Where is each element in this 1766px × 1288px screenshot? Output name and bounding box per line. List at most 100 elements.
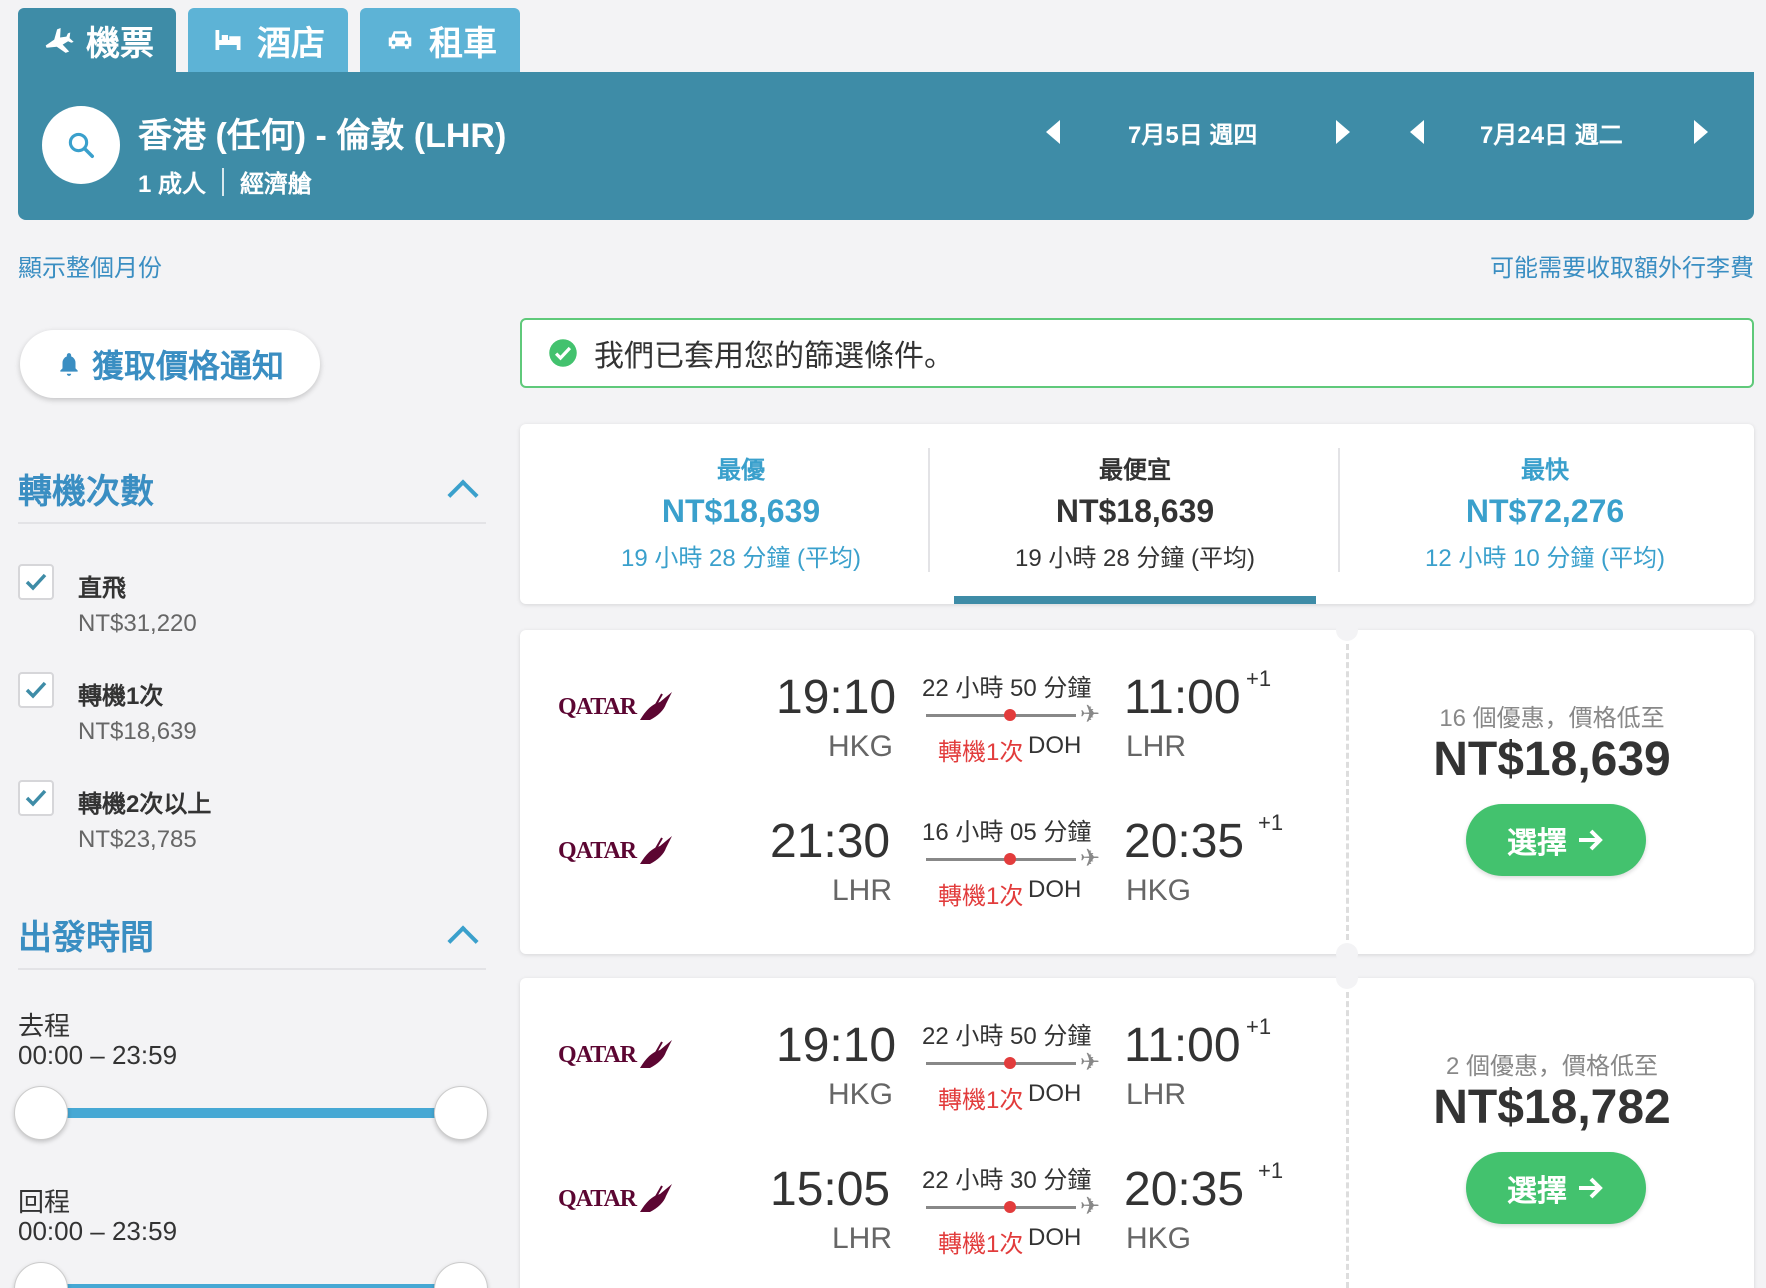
- stop-option-label[interactable]: 轉機2次以上: [78, 784, 211, 819]
- tab-cars[interactable]: 租車: [360, 8, 520, 72]
- tab-label: 酒店: [257, 24, 325, 63]
- return-date[interactable]: 7月24日 週二: [1480, 112, 1623, 152]
- return-slider-max-handle[interactable]: [434, 1262, 488, 1288]
- deals-count: 2 個優惠，價格低至: [1445, 1053, 1658, 1080]
- airline-name: QATAR: [558, 1185, 637, 1212]
- return-slider-min-handle[interactable]: [14, 1262, 68, 1288]
- prev-depart-date-icon[interactable]: [1046, 120, 1060, 144]
- layover-airport: DOH: [1028, 876, 1082, 903]
- filter-applied-notice: 我們已套用您的篩選條件。: [520, 318, 1754, 388]
- search-summary-bar: 香港 (任何) - 倫敦 (LHR) 1 成人 經濟艙 7月5日 週四 7月24…: [18, 72, 1754, 220]
- departure-airport: LHR: [832, 1222, 893, 1255]
- sort-duration: 12 小時 10 分鐘 (平均): [1424, 545, 1666, 572]
- sort-title: 最便宜: [1099, 457, 1171, 484]
- return-slider-track[interactable]: [40, 1284, 460, 1288]
- check-icon: [25, 573, 47, 591]
- tab-label: 租車: [429, 24, 497, 63]
- departure-time-filter-title[interactable]: 出發時間: [18, 910, 154, 959]
- chevron-up-icon[interactable]: [447, 479, 479, 511]
- sort-price: NT$18,639: [1055, 493, 1215, 529]
- chevron-up-icon[interactable]: [447, 925, 479, 957]
- deals-count: 16 個優惠，價格低至: [1439, 705, 1665, 732]
- sort-price: NT$18,639: [661, 493, 821, 529]
- arrival-time: 20:35: [1124, 1163, 1245, 1216]
- layover-airport: DOH: [1028, 1224, 1082, 1251]
- select-button[interactable]: 選擇: [1466, 1152, 1646, 1224]
- day-offset: +1: [1258, 1158, 1284, 1183]
- next-depart-date-icon: [1336, 120, 1350, 144]
- depart-date[interactable]: 7月5日 週四: [1128, 112, 1257, 152]
- day-offset: +1: [1246, 666, 1272, 691]
- airline-logo: QATAR: [558, 690, 676, 724]
- outbound-slider-track[interactable]: [40, 1108, 460, 1118]
- next-return-date[interactable]: [1694, 112, 1708, 152]
- outbound-slider-min-handle[interactable]: [14, 1086, 68, 1140]
- divider: [18, 968, 486, 970]
- select-label: 選擇: [1507, 1175, 1567, 1208]
- departure-time: 19:10: [776, 1019, 897, 1072]
- stop-option-price: NT$23,785: [78, 826, 197, 853]
- card-notch: [1336, 943, 1358, 965]
- result-price: NT$18,639: [1433, 733, 1671, 786]
- active-sort-indicator: [954, 596, 1316, 604]
- prev-return-date-icon: [1410, 120, 1424, 144]
- prev-return-date[interactable]: [1410, 112, 1424, 152]
- sort-fastest[interactable]: 最快 NT$72,276 12 小時 10 分鐘 (平均): [1340, 424, 1750, 604]
- stops-count: 轉機1次: [938, 883, 1024, 910]
- stops-count: 轉機1次: [938, 739, 1024, 766]
- tab-flights[interactable]: 機票: [18, 8, 176, 72]
- flight-result-card[interactable]: QATAR 19:10 HKG 22 小時 50 分鐘 ✈ 轉機1次 DOH 1…: [520, 619, 1754, 965]
- check-circle-icon: [549, 339, 577, 367]
- checkbox-two-plus-stops[interactable]: [18, 780, 54, 816]
- airline-name: QATAR: [558, 1041, 637, 1068]
- stop-option-price: NT$18,639: [78, 718, 197, 745]
- next-depart-date[interactable]: [1336, 112, 1350, 152]
- select-button[interactable]: 選擇: [1466, 804, 1646, 876]
- arrival-airport: HKG: [1126, 1222, 1192, 1255]
- tab-hotels[interactable]: 酒店: [188, 8, 348, 72]
- baggage-fee-link[interactable]: 可能需要收取額外行李費: [1490, 248, 1754, 283]
- checkbox-direct[interactable]: [18, 564, 54, 600]
- arrow-right-icon: [1579, 1177, 1603, 1199]
- oryx-icon: [640, 692, 673, 720]
- stops-count: 轉機1次: [938, 1087, 1024, 1114]
- outbound-slider-max-handle[interactable]: [434, 1086, 488, 1140]
- layover-dot: [1004, 709, 1016, 721]
- bed-icon: [215, 30, 241, 50]
- show-month-link[interactable]: 顯示整個月份: [18, 248, 162, 283]
- plane-icon: ✈: [1080, 1049, 1101, 1076]
- arrow-right-icon: [1579, 829, 1603, 851]
- sort-best[interactable]: 最優 NT$18,639 19 小時 28 分鐘 (平均): [536, 424, 946, 604]
- plane-icon: ✈: [1080, 845, 1101, 872]
- passenger-cabin-summary[interactable]: 1 成人 經濟艙: [138, 164, 312, 199]
- stops-count: 轉機1次: [938, 1231, 1024, 1258]
- tab-label: 機票: [86, 24, 154, 63]
- checkbox-one-stop[interactable]: [18, 672, 54, 708]
- card-notch: [1336, 619, 1358, 641]
- outbound-range: 00:00 – 23:59: [18, 1040, 178, 1070]
- plane-icon: ✈: [1080, 701, 1101, 728]
- bell-icon: [60, 353, 78, 376]
- layover-airport: DOH: [1028, 732, 1082, 759]
- stops-filter-title[interactable]: 轉機次數: [18, 464, 154, 513]
- stop-option-label[interactable]: 轉機1次: [78, 676, 163, 711]
- arrival-airport: HKG: [1126, 874, 1192, 907]
- flight-result-card[interactable]: QATAR 19:10 HKG 22 小時 50 分鐘 ✈ 轉機1次 DOH 1…: [520, 967, 1754, 1288]
- price-alert-button[interactable]: 獲取價格通知: [20, 330, 320, 398]
- stop-option-label[interactable]: 直飛: [78, 568, 126, 603]
- route-title[interactable]: 香港 (任何) - 倫敦 (LHR): [138, 108, 506, 157]
- arrival-time: 11:00: [1124, 671, 1241, 724]
- oryx-icon: [640, 836, 673, 864]
- sort-title: 最快: [1521, 457, 1569, 484]
- next-return-date-icon: [1694, 120, 1708, 144]
- arrival-airport: LHR: [1126, 730, 1187, 763]
- arrival-time: 11:00: [1124, 1019, 1241, 1072]
- car-icon: [388, 31, 412, 49]
- airline-name: QATAR: [558, 837, 637, 864]
- cabin-class: 經濟艙: [240, 171, 313, 198]
- airline-name: QATAR: [558, 693, 637, 720]
- sort-cheapest[interactable]: 最便宜 NT$18,639 19 小時 28 分鐘 (平均): [930, 424, 1340, 604]
- oryx-icon: [640, 1184, 673, 1212]
- search-button[interactable]: [42, 106, 120, 184]
- departure-airport: HKG: [828, 730, 894, 763]
